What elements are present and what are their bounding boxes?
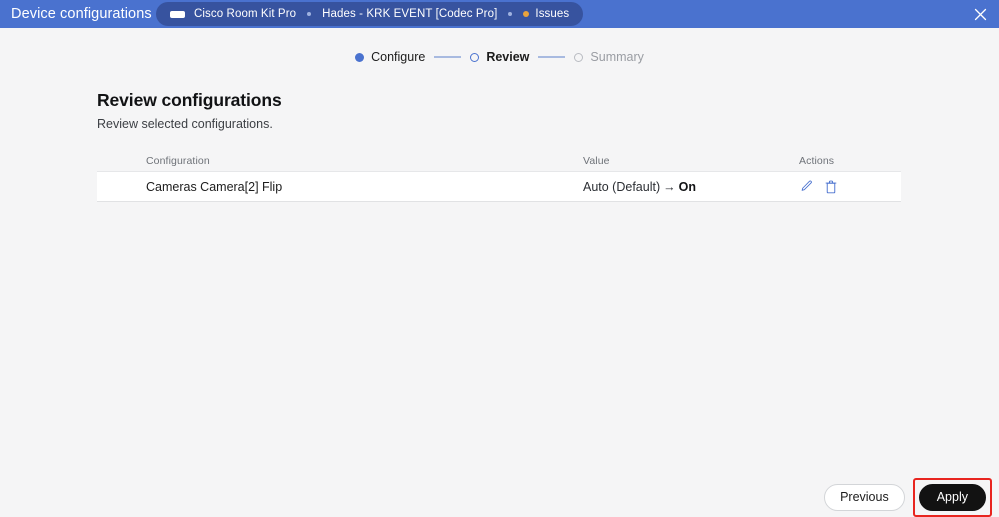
configurations-table: Configuration Value Actions Cameras Came… [97,151,901,202]
app-header: Device configurations Cisco Room Kit Pro… [0,0,999,28]
issues-label: Issues [535,8,570,20]
column-header-actions: Actions [799,155,835,167]
delete-row-button[interactable] [823,179,838,195]
step-connector-2 [538,56,566,58]
edit-icon [801,180,812,191]
step-marker-configure-icon [355,52,365,62]
step-label-configure: Configure [371,50,426,64]
apply-button[interactable]: Apply [918,483,986,511]
edit-row-button[interactable] [799,179,814,195]
step-marker-summary-icon [574,52,584,62]
main-content: Review configurations Review selected co… [0,90,999,202]
apply-button-highlight: Apply [912,477,992,517]
step-label-summary: Summary [590,50,644,64]
breadcrumb-separator-dot [307,12,312,16]
cell-actions [799,179,899,195]
issues-badge[interactable]: Issues [523,8,569,20]
value-new: On [678,179,696,194]
value-arrow-icon: → [663,179,676,194]
step-summary[interactable]: Summary [574,50,644,64]
column-header-value: Value [583,155,610,167]
close-icon [974,8,986,20]
table-row[interactable]: Cameras Camera[2] Flip Auto (Default) → On [97,171,901,202]
device-monitor-icon [170,10,185,18]
breadcrumb-room-name: Hades - KRK EVENT [Codec Pro] [322,8,498,20]
close-button[interactable] [970,4,990,24]
step-configure[interactable]: Configure [355,50,425,64]
step-connector-1 [434,56,462,58]
previous-button[interactable]: Previous [824,483,905,511]
page-subtitle: Review selected configurations. [97,117,273,131]
table-header-row: Configuration Value Actions [97,151,901,171]
page-title: Review configurations [97,90,282,110]
page-title-header: Device configurations [11,6,152,22]
wizard-stepper: Configure Review Summary [0,50,999,64]
issues-status-dot-icon [523,11,530,17]
cell-configuration-name: Cameras Camera[2] Flip [146,179,283,194]
cell-value: Auto (Default) → On [583,180,799,194]
breadcrumb[interactable]: Cisco Room Kit Pro Hades - KRK EVENT [Co… [156,2,584,26]
step-marker-review-icon [470,52,480,62]
breadcrumb-device-name: Cisco Room Kit Pro [194,8,297,20]
step-review[interactable]: Review [470,50,529,64]
delete-icon [825,180,836,193]
breadcrumb-separator-dot-2 [508,12,513,16]
column-header-configuration: Configuration [146,155,210,167]
wizard-footer: Previous Apply [824,477,999,517]
step-label-review: Review [486,50,530,64]
value-old: Auto (Default) [583,179,661,194]
